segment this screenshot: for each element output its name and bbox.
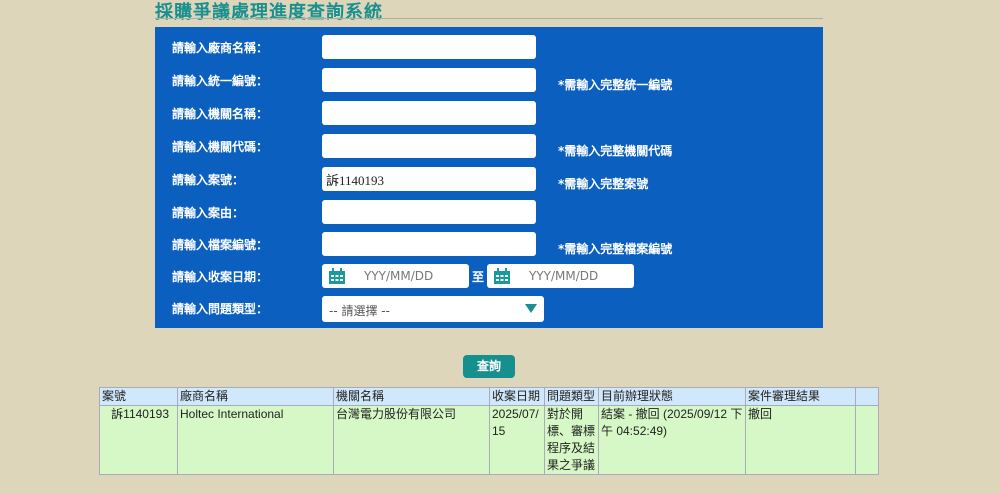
col-case-no: 案號 [99,387,178,406]
file-note: *需輸入完整檔案編號 [558,242,673,256]
cell-extra [855,405,879,475]
vendor-input[interactable] [322,35,536,59]
cell-vendor: Holtec International [177,405,334,475]
page-title: 採購爭議處理進度查詢系統 [155,2,383,23]
row-tax: 請輸入統一編號： *需輸入完整統一編號 [155,68,823,92]
cell-status: 結案 - 撤回 (2025/09/12 下午 04:52:49) [598,405,746,475]
col-result: 案件審理結果 [745,387,856,406]
cell-case-no: 訴1140193 [99,405,178,475]
cell-type: 對於開標、審標程序及結果之爭議 [544,405,599,475]
title-divider [155,18,823,19]
row-vendor: 請輸入廠商名稱： [155,35,823,59]
tax-id-input[interactable] [322,68,536,92]
row-date: 請輸入收案日期： YYY/MM/DD 至 YYY/MM/DD [155,264,823,288]
date-from-input[interactable]: YYY/MM/DD [322,264,469,288]
reason-label: 請輸入案由： [172,206,245,220]
results-table: 案號 廠商名稱 機關名稱 收案日期 問題類型 目前辦理狀態 案件審理結果 訴11… [99,387,879,475]
date-to-input[interactable]: YYY/MM/DD [487,264,634,288]
calendar-icon[interactable] [493,268,511,285]
case-note: *需輸入完整案號 [558,177,649,191]
triangle-down-icon [525,304,537,313]
row-agency-code: 請輸入機關代碼： *需輸入完整機關代碼 [155,134,823,158]
agency-code-label: 請輸入機關代碼： [172,140,269,154]
agency-input[interactable] [322,101,536,125]
agency-code-note: *需輸入完整機關代碼 [558,144,673,158]
row-type: 請輸入問題類型： -- 請選擇 -- [155,296,823,322]
cell-date: 2025/07/15 [489,405,545,475]
row-file: 請輸入檔案編號： *需輸入完整檔案編號 [155,232,823,256]
col-vendor: 廠商名稱 [177,387,334,406]
tax-id-label: 請輸入統一編號： [172,74,269,88]
table-row[interactable]: 訴1140193 Holtec International 台灣電力股份有限公司… [99,405,879,475]
col-type: 問題類型 [544,387,599,406]
row-case: 請輸入案號： *需輸入完整案號 [155,167,823,191]
search-form: 請輸入廠商名稱： 請輸入統一編號： *需輸入完整統一編號 請輸入機關名稱： 請輸… [155,27,823,328]
type-selected: -- 請選擇 -- [329,304,390,318]
cell-result: 撤回 [745,405,856,475]
search-button[interactable]: 查詢 [463,355,515,378]
table-header: 案號 廠商名稱 機關名稱 收案日期 問題類型 目前辦理狀態 案件審理結果 [99,387,879,406]
type-select[interactable]: -- 請選擇 -- [322,296,544,322]
row-reason: 請輸入案由： [155,200,823,224]
vendor-label: 請輸入廠商名稱： [172,41,269,55]
agency-label: 請輸入機關名稱： [172,107,269,121]
col-extra [855,387,879,406]
col-agency: 機關名稱 [333,387,490,406]
file-label: 請輸入檔案編號： [172,238,269,252]
date-from-placeholder: YYY/MM/DD [364,269,434,283]
file-input[interactable] [322,232,536,256]
reason-input[interactable] [322,200,536,224]
case-input[interactable] [322,167,536,191]
calendar-icon[interactable] [328,268,346,285]
col-date: 收案日期 [489,387,545,406]
date-label: 請輸入收案日期： [172,270,269,284]
case-label: 請輸入案號： [172,173,245,187]
row-agency: 請輸入機關名稱： [155,101,823,125]
date-to-label: 至 [472,270,485,284]
type-label: 請輸入問題類型： [172,302,269,316]
agency-code-input[interactable] [322,134,536,158]
cell-agency: 台灣電力股份有限公司 [333,405,490,475]
date-to-placeholder: YYY/MM/DD [529,269,599,283]
col-status: 目前辦理狀態 [598,387,746,406]
tax-id-note: *需輸入完整統一編號 [558,78,673,92]
